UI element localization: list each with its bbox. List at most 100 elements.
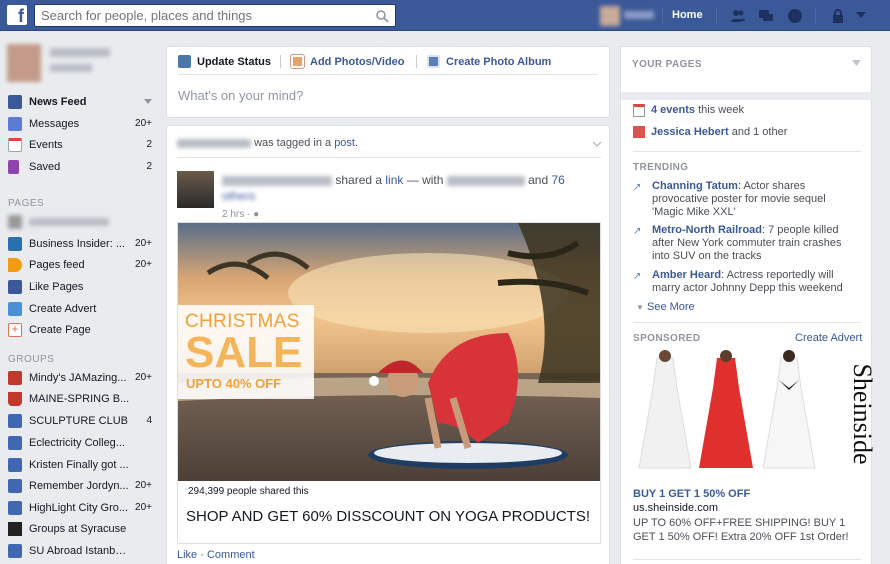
poster-avatar[interactable] (177, 171, 214, 208)
search-input[interactable] (35, 5, 365, 26)
news-feed-label: News Feed (29, 95, 87, 108)
sidebar-item-label: Eclectricity Colleg... (29, 436, 125, 449)
ad-image[interactable]: Sheinside (633, 350, 877, 482)
link-attachment[interactable]: CHRISTMAS SALE UPTO 40% OFF 294,399 peop… (177, 222, 601, 544)
sidebar-item-events[interactable]: Events 2 (8, 134, 152, 155)
see-more-label: See More (646, 301, 695, 313)
story-header: was tagged in a post. (177, 137, 358, 149)
sidebar-item-blurred-page[interactable] (8, 211, 152, 232)
link-title[interactable]: SHOP AND GET 60% DISSCOUNT ON YOGA PRODU… (186, 508, 590, 525)
birthday-text: and 1 other (728, 126, 788, 138)
sidebar-item-messages[interactable]: Messages 20+ (8, 113, 152, 134)
profile-avatar[interactable] (600, 6, 620, 26)
divider (177, 157, 601, 158)
graduation-cap-icon (8, 521, 22, 536)
update-status-tab[interactable]: Update Status (178, 55, 271, 68)
divider (633, 322, 861, 323)
create-album-tab[interactable]: Create Photo Album (427, 55, 551, 68)
trending-item[interactable]: ↗ Metro-North Railroad: 7 people killed … (633, 224, 859, 263)
left-sidebar: News Feed Messages 20+ Events 2 Saved 2 … (0, 31, 160, 564)
sidebar-item-count: 20+ (135, 238, 152, 249)
profile-name-blurred[interactable] (50, 48, 110, 57)
friend-requests-icon[interactable] (730, 8, 746, 24)
sidebar-item-group[interactable]: Remember Jordyn... 20+ (8, 475, 152, 496)
plus-icon: + (8, 322, 22, 337)
trending-arrow-icon: ↗ (633, 271, 642, 282)
post-link[interactable]: post. (334, 137, 358, 149)
trending-title[interactable]: Metro-North Railroad (652, 224, 762, 236)
sidebar-item-news-feed[interactable]: News Feed (8, 91, 152, 112)
sidebar-item-pages-feed[interactable]: Pages feed 20+ (8, 254, 152, 275)
comment-link[interactable]: Comment (207, 549, 255, 561)
ad-title[interactable]: BUY 1 GET 1 50% OFF (633, 488, 750, 500)
tab-label: Create Photo Album (446, 55, 552, 68)
sidebar-item-create-page[interactable]: + Create Page (8, 319, 152, 340)
sidebar-item-create-advert[interactable]: Create Advert (8, 298, 152, 319)
messages-icon[interactable] (758, 8, 774, 24)
audience-icon[interactable]: ● (253, 209, 259, 220)
see-more-link[interactable]: ▼ See More (636, 301, 695, 313)
sidebar-item-group[interactable]: Eclectricity Colleg... (8, 432, 152, 453)
like-link[interactable]: Like (177, 549, 197, 561)
others-count-link[interactable]: 76 (552, 173, 565, 187)
tagged-friend-blurred[interactable] (446, 175, 525, 186)
search-icon[interactable] (375, 9, 389, 23)
story-options-chevron-down-icon[interactable] (592, 141, 602, 148)
sidebar-item-label: Like Pages (29, 280, 84, 293)
others-link[interactable]: others (222, 189, 255, 203)
sidebar-item-business-insider[interactable]: Business Insider: ... 20+ (8, 233, 152, 254)
account-menu-chevron-down-icon[interactable] (856, 12, 866, 19)
chevron-down-icon[interactable] (144, 99, 152, 104)
tagged-user-name-blurred[interactable] (177, 138, 251, 148)
sidebar-item-group[interactable]: HighLight City Gro... 20+ (8, 497, 152, 518)
sidebar-item-label: Remember Jordyn... (29, 479, 129, 492)
trending-title[interactable]: Channing Tatum (652, 180, 738, 192)
sidebar-item-group[interactable]: SU Abroad Istanbu... (8, 540, 152, 561)
add-photos-tab[interactable]: Add Photos/Video (290, 54, 405, 69)
shared-link[interactable]: link (385, 173, 403, 187)
status-input[interactable]: What's on your mind? (178, 88, 303, 103)
your-pages-chevron-down-icon[interactable] (852, 60, 861, 66)
events-text: this week (695, 104, 744, 116)
profile-thumbnail[interactable] (7, 44, 41, 82)
profile-name-blurred[interactable] (624, 11, 654, 19)
trending-title[interactable]: Amber Heard (652, 269, 721, 281)
sidebar-item-count: 20+ (135, 118, 152, 129)
home-link[interactable]: Home (672, 9, 703, 21)
facebook-logo-icon[interactable]: f (7, 5, 27, 25)
pages-section-header: PAGES (8, 198, 45, 209)
trending-item[interactable]: ↗ Channing Tatum: Actor shares provocati… (633, 180, 859, 219)
thumbs-up-icon (8, 279, 22, 294)
page-icon (8, 236, 22, 251)
search-box[interactable] (34, 4, 396, 27)
dresses-image[interactable] (633, 350, 823, 482)
group-icon (8, 457, 22, 472)
events-link[interactable]: 4 events (651, 104, 695, 116)
create-advert-link[interactable]: Create Advert (795, 332, 862, 344)
trending-item[interactable]: ↗ Amber Heard: Actress reportedly will m… (633, 269, 859, 295)
shared-text: shared a (335, 173, 383, 187)
privacy-lock-icon[interactable] (830, 8, 846, 24)
edit-profile-blurred[interactable] (50, 64, 92, 72)
poster-name-blurred[interactable] (222, 175, 332, 186)
chevron-down-icon: ▼ (636, 303, 644, 312)
group-icon (8, 435, 22, 450)
sidebar-item-group[interactable]: Mindy's JAMazing... 20+ (8, 367, 152, 388)
notifications-globe-icon[interactable] (787, 8, 803, 24)
birthday-name-link[interactable]: Jessica Hebert (651, 126, 729, 138)
sidebar-item-label: Pages feed (29, 258, 85, 271)
group-icon (8, 413, 22, 428)
birthday-gift-icon (633, 126, 645, 138)
and-text: and (528, 173, 549, 187)
your-pages-header[interactable]: YOUR PAGES (632, 59, 702, 70)
ad-url[interactable]: us.sheinside.com (633, 502, 718, 514)
sidebar-item-group[interactable]: SCULPTURE CLUB 4 (8, 410, 152, 431)
sidebar-item-saved[interactable]: Saved 2 (8, 156, 152, 177)
sidebar-item-group[interactable]: MAINE-SPRING B... (8, 388, 152, 409)
sponsored-header: SPONSORED (633, 333, 701, 344)
sidebar-item-group[interactable]: Groups at Syracuse (8, 518, 152, 539)
sidebar-item-like-pages[interactable]: Like Pages (8, 276, 152, 297)
sidebar-item-group[interactable]: Kristen Finally got ... (8, 454, 152, 475)
right-sidebar: YOUR PAGES 4 events this week Jessica He… (620, 46, 877, 564)
trending-header: TRENDING (633, 162, 689, 173)
